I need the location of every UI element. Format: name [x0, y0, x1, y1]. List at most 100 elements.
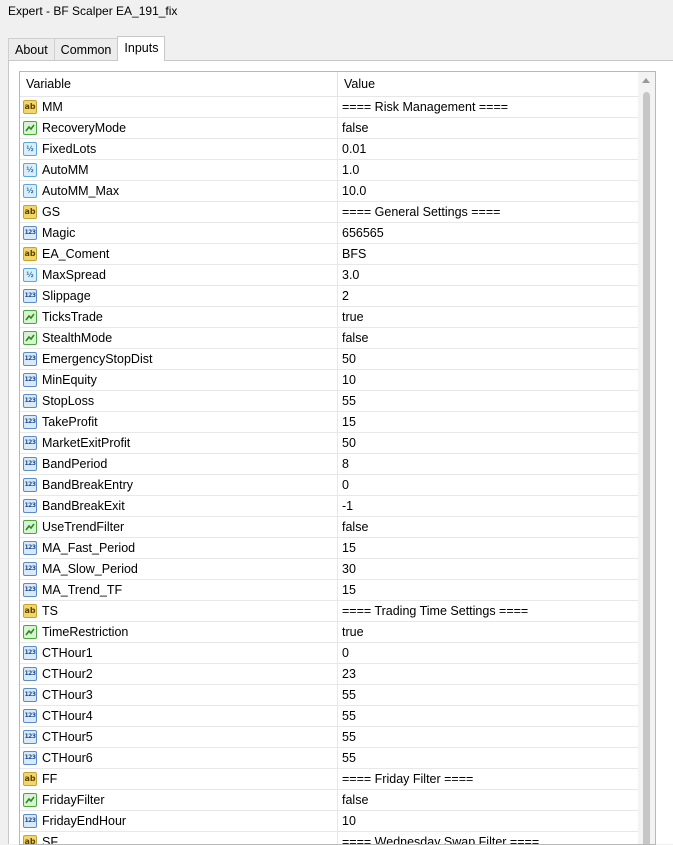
variable-cell[interactable]: 123 StopLoss — [20, 391, 338, 411]
variable-cell[interactable]: 123 MA_Trend_TF — [20, 580, 338, 600]
table-row[interactable]: 123 FridayEndHour 10 — [20, 811, 655, 832]
variable-cell[interactable]: 123 MA_Fast_Period — [20, 538, 338, 558]
variable-cell[interactable]: ab GS — [20, 202, 338, 222]
variable-cell[interactable]: 123 Magic — [20, 223, 338, 243]
value-cell[interactable]: 55 — [338, 727, 655, 747]
table-row[interactable]: 123 MinEquity 10 — [20, 370, 655, 391]
variable-cell[interactable]: 123 CTHour2 — [20, 664, 338, 684]
column-header-variable[interactable]: Variable — [20, 72, 338, 96]
value-cell[interactable]: 1.0 — [338, 160, 655, 180]
value-cell[interactable]: 55 — [338, 706, 655, 726]
table-row[interactable]: ½ FixedLots 0.01 — [20, 139, 655, 160]
value-cell[interactable]: 55 — [338, 685, 655, 705]
table-row[interactable]: RecoveryMode false — [20, 118, 655, 139]
variable-cell[interactable]: 123 BandPeriod — [20, 454, 338, 474]
variable-cell[interactable]: 123 MinEquity — [20, 370, 338, 390]
value-cell[interactable]: ==== Friday Filter ==== — [338, 769, 655, 789]
variable-cell[interactable]: ½ AutoMM_Max — [20, 181, 338, 201]
value-cell[interactable]: 0 — [338, 643, 655, 663]
table-row[interactable]: 123 CTHour1 0 — [20, 643, 655, 664]
value-cell[interactable]: BFS — [338, 244, 655, 264]
table-row[interactable]: 123 CTHour3 55 — [20, 685, 655, 706]
variable-cell[interactable]: ab MM — [20, 97, 338, 117]
value-cell[interactable]: false — [338, 328, 655, 348]
variable-cell[interactable]: ½ AutoMM — [20, 160, 338, 180]
table-row[interactable]: ab GS ==== General Settings ==== — [20, 202, 655, 223]
value-cell[interactable]: ==== Wednesday Swap Filter ==== — [338, 832, 655, 844]
variable-cell[interactable]: StealthMode — [20, 328, 338, 348]
variable-cell[interactable]: ab EA_Coment — [20, 244, 338, 264]
value-cell[interactable]: 23 — [338, 664, 655, 684]
variable-cell[interactable]: 123 MarketExitProfit — [20, 433, 338, 453]
variable-cell[interactable]: ½ MaxSpread — [20, 265, 338, 285]
table-row[interactable]: 123 TakeProfit 15 — [20, 412, 655, 433]
value-cell[interactable]: 50 — [338, 433, 655, 453]
table-row[interactable]: 123 CTHour6 55 — [20, 748, 655, 769]
value-cell[interactable]: 8 — [338, 454, 655, 474]
variable-cell[interactable]: 123 CTHour6 — [20, 748, 338, 768]
variable-cell[interactable]: 123 Slippage — [20, 286, 338, 306]
value-cell[interactable]: 15 — [338, 538, 655, 558]
variable-cell[interactable]: TicksTrade — [20, 307, 338, 327]
table-row[interactable]: UseTrendFilter false — [20, 517, 655, 538]
value-cell[interactable]: 0 — [338, 475, 655, 495]
table-row[interactable]: ab EA_Coment BFS — [20, 244, 655, 265]
variable-cell[interactable]: ab FF — [20, 769, 338, 789]
variable-cell[interactable]: ab TS — [20, 601, 338, 621]
variable-cell[interactable]: 123 BandBreakExit — [20, 496, 338, 516]
tab-common[interactable]: Common — [53, 38, 119, 60]
value-cell[interactable]: -1 — [338, 496, 655, 516]
table-row[interactable]: 123 BandBreakExit -1 — [20, 496, 655, 517]
value-cell[interactable]: 10 — [338, 370, 655, 390]
scroll-thumb[interactable] — [643, 92, 650, 844]
tab-inputs[interactable]: Inputs — [117, 36, 166, 61]
variable-cell[interactable]: TimeRestriction — [20, 622, 338, 642]
value-cell[interactable]: 55 — [338, 391, 655, 411]
value-cell[interactable]: ==== General Settings ==== — [338, 202, 655, 222]
table-row[interactable]: StealthMode false — [20, 328, 655, 349]
table-row[interactable]: 123 CTHour4 55 — [20, 706, 655, 727]
table-row[interactable]: ½ MaxSpread 3.0 — [20, 265, 655, 286]
value-cell[interactable]: false — [338, 118, 655, 138]
variable-cell[interactable]: 123 FridayEndHour — [20, 811, 338, 831]
variable-cell[interactable]: 123 TakeProfit — [20, 412, 338, 432]
table-row[interactable]: 123 MA_Slow_Period 30 — [20, 559, 655, 580]
table-row[interactable]: FridayFilter false — [20, 790, 655, 811]
table-row[interactable]: ab MM ==== Risk Management ==== — [20, 97, 655, 118]
scroll-up-arrow-icon[interactable] — [642, 78, 650, 83]
variable-cell[interactable]: 123 MA_Slow_Period — [20, 559, 338, 579]
table-row[interactable]: ab TS ==== Trading Time Settings ==== — [20, 601, 655, 622]
value-cell[interactable]: false — [338, 517, 655, 537]
table-row[interactable]: ab FF ==== Friday Filter ==== — [20, 769, 655, 790]
value-cell[interactable]: true — [338, 307, 655, 327]
value-cell[interactable]: ==== Trading Time Settings ==== — [338, 601, 655, 621]
variable-cell[interactable]: 123 BandBreakEntry — [20, 475, 338, 495]
column-header-value[interactable]: Value — [338, 72, 655, 96]
variable-cell[interactable]: 123 CTHour4 — [20, 706, 338, 726]
value-cell[interactable]: false — [338, 790, 655, 810]
variable-cell[interactable]: FridayFilter — [20, 790, 338, 810]
variable-cell[interactable]: ½ FixedLots — [20, 139, 338, 159]
table-row[interactable]: 123 CTHour2 23 — [20, 664, 655, 685]
variable-cell[interactable]: 123 CTHour3 — [20, 685, 338, 705]
table-row[interactable]: TimeRestriction true — [20, 622, 655, 643]
table-row[interactable]: 123 MA_Trend_TF 15 — [20, 580, 655, 601]
value-cell[interactable]: 10 — [338, 811, 655, 831]
value-cell[interactable]: 15 — [338, 580, 655, 600]
value-cell[interactable]: 55 — [338, 748, 655, 768]
table-row[interactable]: 123 MA_Fast_Period 15 — [20, 538, 655, 559]
value-cell[interactable]: 15 — [338, 412, 655, 432]
value-cell[interactable]: ==== Risk Management ==== — [338, 97, 655, 117]
value-cell[interactable]: 0.01 — [338, 139, 655, 159]
value-cell[interactable]: 10.0 — [338, 181, 655, 201]
value-cell[interactable]: 50 — [338, 349, 655, 369]
variable-cell[interactable]: RecoveryMode — [20, 118, 338, 138]
table-row[interactable]: ½ AutoMM_Max 10.0 — [20, 181, 655, 202]
variable-cell[interactable]: 123 CTHour5 — [20, 727, 338, 747]
table-row[interactable]: ab SF ==== Wednesday Swap Filter ==== — [20, 832, 655, 844]
variable-cell[interactable]: UseTrendFilter — [20, 517, 338, 537]
value-cell[interactable]: true — [338, 622, 655, 642]
tab-about[interactable]: About — [8, 38, 55, 60]
table-row[interactable]: 123 BandPeriod 8 — [20, 454, 655, 475]
table-row[interactable]: 123 Slippage 2 — [20, 286, 655, 307]
